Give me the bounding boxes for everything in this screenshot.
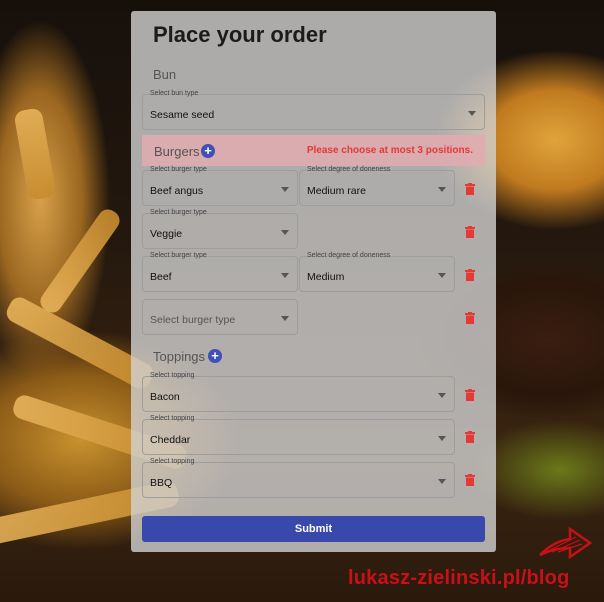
burger-type-select[interactable]: Select burger type Veggie [142,209,298,249]
caret-down-icon [438,273,446,278]
trash-icon[interactable] [465,431,475,443]
caret-down-icon [438,479,446,484]
caret-down-icon [438,393,446,398]
doneness-caption: Select degree of doneness [307,166,391,173]
bun-section-label: Bun [153,67,177,82]
burger-type-select[interactable]: Select burger type Beef angus [142,166,298,206]
doneness-select[interactable]: Select degree of doneness Medium rare [299,166,455,206]
topping-value: Bacon [150,391,180,403]
bun-type-value: Sesame seed [150,109,215,121]
order-form: Place your order Bun Select bun type Ses… [131,11,496,552]
topping-caption: Select topping [150,458,195,465]
caret-down-icon [468,111,476,116]
toppings-section-label: Toppings [153,349,206,364]
burger-type-value: Beef angus [150,185,204,197]
bun-type-select[interactable]: Select bun type Sesame seed [142,90,485,130]
doneness-value: Medium [307,271,345,283]
burger-type-value: Veggie [150,228,183,240]
trash-icon[interactable] [465,269,475,281]
burgers-error-alert: Burgers + Please choose at most 3 positi… [142,135,485,166]
burger-type-placeholder: Select burger type [150,314,236,326]
bun-type-caption: Select bun type [150,90,199,97]
topping-select[interactable]: Select topping Cheddar [142,415,455,455]
topping-value: Cheddar [150,434,191,446]
fry-shape [13,107,57,201]
caret-down-icon [438,436,446,441]
topping-select[interactable]: Select topping BBQ [142,458,455,498]
burger-type-caption: Select burger type [150,252,207,259]
add-topping-icon[interactable]: + [208,349,222,363]
topping-caption: Select topping [150,415,195,422]
watermark-text: lukasz-zielinski.pl/blog [348,567,570,589]
caret-down-icon [281,230,289,235]
doneness-select[interactable]: Select degree of doneness Medium [299,252,455,292]
trash-icon[interactable] [465,183,475,195]
caret-down-icon [281,187,289,192]
doneness-caption: Select degree of doneness [307,252,391,259]
burgers-error-message: Please choose at most 3 positions. [306,145,473,156]
submit-button[interactable]: Submit [142,516,485,542]
trash-icon[interactable] [465,389,475,401]
trash-icon[interactable] [465,312,475,324]
burgers-section-label: Burgers [154,144,200,159]
watermark-arrow-icon [539,526,593,560]
burger-type-caption: Select burger type [150,166,207,173]
topping-caption: Select topping [150,372,195,379]
burger-type-value: Beef [150,271,172,283]
fry-shape [36,205,124,317]
doneness-value: Medium rare [307,185,366,197]
caret-down-icon [281,316,289,321]
caret-down-icon [281,273,289,278]
caret-down-icon [438,187,446,192]
burger-type-caption: Select burger type [150,209,207,216]
trash-icon[interactable] [465,226,475,238]
trash-icon[interactable] [465,474,475,486]
burger-type-select[interactable]: Select burger type [142,299,298,335]
page-title: Place your order [153,22,327,47]
topping-value: BBQ [150,477,173,489]
topping-select[interactable]: Select topping Bacon [142,372,455,412]
add-burger-icon[interactable]: + [201,144,215,158]
burger-type-select[interactable]: Select burger type Beef [142,252,298,292]
